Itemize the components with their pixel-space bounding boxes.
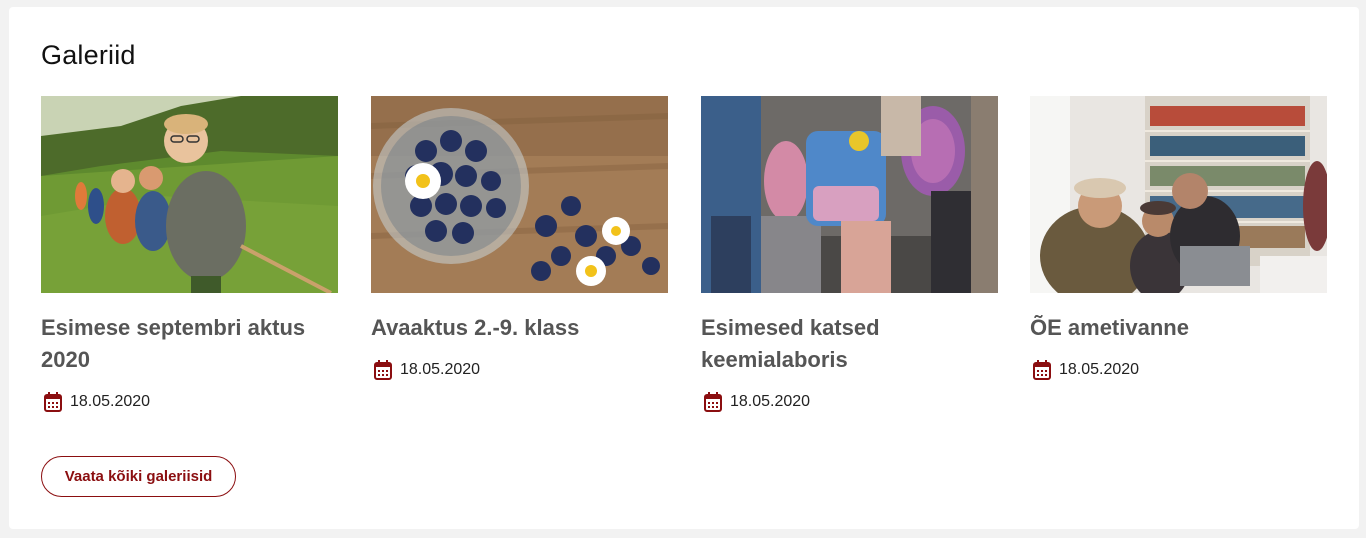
gallery-date: 18.05.2020 (730, 393, 811, 410)
gallery-date: 18.05.2020 (1059, 361, 1140, 378)
calendar-icon (44, 392, 62, 412)
gallery-thumbnail[interactable] (41, 96, 338, 293)
gallery-date-row: 18.05.2020 (371, 359, 668, 381)
gallery-title[interactable]: Esimese septembri aktus 2020 (41, 312, 331, 376)
section-title: Galeriid (41, 40, 136, 70)
gallery-title[interactable]: ÕE ametivanne (1030, 312, 1320, 344)
gallery-date: 18.05.2020 (70, 393, 151, 410)
view-all-galleries-button[interactable]: Vaata kõiki galeriisid (41, 456, 236, 497)
gallery-date-row: 18.05.2020 (701, 391, 998, 413)
gallery-thumbnail[interactable] (701, 96, 998, 293)
galleries-section: Galeriid Esimese septembri aktus 2020 18… (9, 7, 1359, 529)
blueberries-daisies-bowl-image (371, 96, 668, 293)
children-tug-of-war-image (41, 96, 338, 293)
gallery-date-row: 18.05.2020 (41, 391, 338, 413)
gallery-card[interactable]: Avaaktus 2.-9. klass 18.05.2020 (371, 96, 668, 381)
students-backpacks-image (701, 96, 998, 293)
calendar-icon (704, 392, 722, 412)
students-library-laptop-image (1030, 96, 1327, 293)
gallery-thumbnail[interactable] (371, 96, 668, 293)
gallery-title[interactable]: Esimesed katsed keemialaboris (701, 312, 991, 376)
gallery-date-row: 18.05.2020 (1030, 359, 1327, 381)
gallery-thumbnail[interactable] (1030, 96, 1327, 293)
calendar-icon (1033, 360, 1051, 380)
gallery-card[interactable]: Esimese septembri aktus 2020 18.05.2020 (41, 96, 338, 413)
gallery-card[interactable]: ÕE ametivanne 18.05.2020 (1030, 96, 1327, 381)
gallery-date: 18.05.2020 (400, 361, 481, 378)
calendar-icon (374, 360, 392, 380)
gallery-title[interactable]: Avaaktus 2.-9. klass (371, 312, 661, 344)
gallery-card[interactable]: Esimesed katsed keemialaboris 18.05.2020 (701, 96, 998, 413)
